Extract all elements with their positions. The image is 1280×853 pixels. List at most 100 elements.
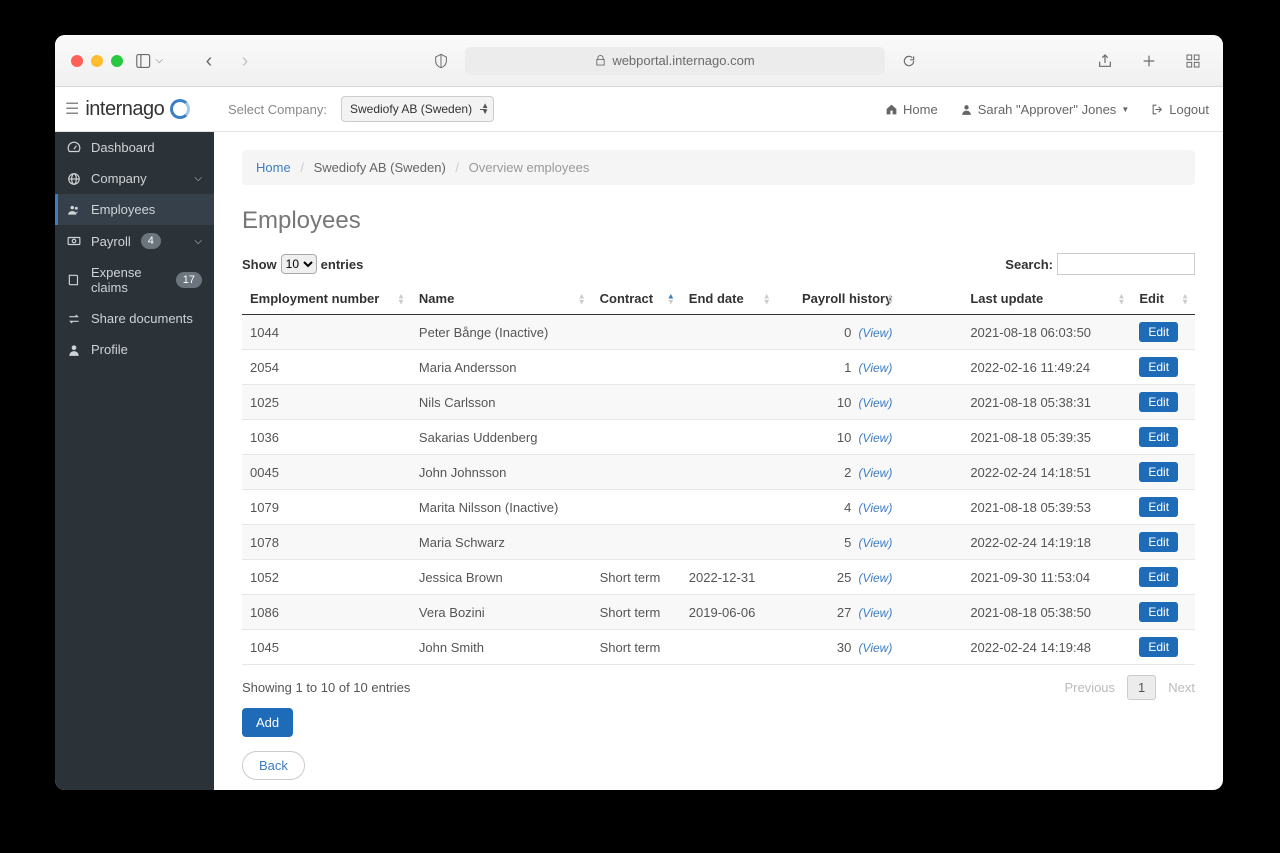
edit-button[interactable]: Edit (1139, 497, 1178, 517)
show-label-post: entries (321, 257, 364, 272)
cell-last-update: 2021-08-18 05:38:31 (900, 385, 1131, 420)
cell-payroll: 10 (View) (777, 385, 901, 420)
sidebar-item-dashboard[interactable]: Dashboard (55, 132, 214, 163)
view-link[interactable]: (View) (859, 326, 893, 340)
cell-last-update: 2021-08-18 05:38:50 (900, 595, 1131, 630)
show-label-pre: Show (242, 257, 277, 272)
cell-last-update: 2021-08-18 06:03:50 (900, 315, 1131, 350)
company-select[interactable]: Swediofy AB (Sweden) (341, 96, 494, 122)
edit-button[interactable]: Edit (1139, 462, 1178, 482)
add-button[interactable]: Add (242, 708, 293, 737)
breadcrumb-home[interactable]: Home (256, 160, 291, 175)
cell-name: Vera Bozini (411, 595, 592, 630)
minimize-window-button[interactable] (91, 55, 103, 67)
edit-button[interactable]: Edit (1139, 427, 1178, 447)
edit-button[interactable]: Edit (1139, 322, 1178, 342)
logo-text: internago (85, 98, 164, 121)
safari-toolbar: ⌵ ‹ › webportal.internago.com (55, 35, 1223, 87)
cell-end-date (681, 350, 777, 385)
sidebar-item-share-documents[interactable]: Share documents (55, 303, 214, 334)
cell-contract (592, 420, 681, 455)
th-edit[interactable]: Edit▲▼ (1131, 283, 1195, 315)
maximize-window-button[interactable] (111, 55, 123, 67)
sidebar-item-payroll[interactable]: Payroll4⌵ (55, 225, 214, 257)
back-button-page[interactable]: Back (242, 751, 305, 780)
page-1-button[interactable]: 1 (1127, 675, 1156, 700)
user-icon (960, 103, 973, 116)
logout-icon (1151, 103, 1164, 116)
sidebar-item-label: Company (91, 171, 147, 186)
th-emp-no[interactable]: Employment number▲▼ (242, 283, 411, 315)
edit-button[interactable]: Edit (1139, 392, 1178, 412)
sidebar-item-label: Expense claims (91, 265, 166, 295)
cell-payroll: 25 (View) (777, 560, 901, 595)
url-bar[interactable]: webportal.internago.com (465, 47, 885, 75)
th-last-update[interactable]: Last update▲▼ (900, 283, 1131, 315)
share-button[interactable] (1091, 49, 1119, 73)
view-link[interactable]: (View) (859, 466, 893, 480)
employees-table: Employment number▲▼ Name▲▼ Contract▲▼ En… (242, 283, 1195, 665)
sidebar-item-employees[interactable]: Employees (55, 194, 214, 225)
new-tab-button[interactable] (1135, 49, 1163, 73)
logout-link[interactable]: Logout (1151, 102, 1209, 117)
users-icon (67, 203, 81, 217)
edit-button[interactable]: Edit (1139, 602, 1178, 622)
cell-edit: Edit (1131, 525, 1195, 560)
view-link[interactable]: (View) (859, 641, 893, 655)
search-label: Search: (1005, 257, 1053, 272)
refresh-button[interactable] (895, 49, 923, 73)
th-name[interactable]: Name▲▼ (411, 283, 592, 315)
shield-icon[interactable] (427, 49, 455, 73)
sidebar-toggle-button[interactable]: ☰ (65, 99, 79, 119)
view-link[interactable]: (View) (859, 361, 893, 375)
th-end-date[interactable]: End date▲▼ (681, 283, 777, 315)
cell-end-date (681, 385, 777, 420)
window-controls (71, 55, 123, 67)
view-link[interactable]: (View) (859, 431, 893, 445)
home-link[interactable]: Home (885, 102, 938, 117)
sidebar-item-profile[interactable]: Profile (55, 334, 214, 365)
tachometer-icon (67, 141, 81, 155)
th-contract[interactable]: Contract▲▼ (592, 283, 681, 315)
cell-emp-no: 1052 (242, 560, 411, 595)
cell-edit: Edit (1131, 595, 1195, 630)
sidebar: DashboardCompany⌵EmployeesPayroll4⌵Expen… (55, 132, 214, 790)
safari-sidebar-button[interactable]: ⌵ (135, 49, 163, 73)
cell-edit: Edit (1131, 350, 1195, 385)
cell-payroll: 27 (View) (777, 595, 901, 630)
cell-emp-no: 1036 (242, 420, 411, 455)
cell-name: John Johnsson (411, 455, 592, 490)
view-link[interactable]: (View) (859, 606, 893, 620)
entries-select[interactable]: 10 (281, 254, 317, 274)
user-menu[interactable]: Sarah "Approver" Jones ▼ (960, 102, 1130, 117)
edit-button[interactable]: Edit (1139, 637, 1178, 657)
view-link[interactable]: (View) (859, 571, 893, 585)
close-window-button[interactable] (71, 55, 83, 67)
tabs-button[interactable] (1179, 49, 1207, 73)
money-icon (67, 234, 81, 248)
cell-end-date: 2019-06-06 (681, 595, 777, 630)
sidebar-item-company[interactable]: Company⌵ (55, 163, 214, 194)
next-page-button[interactable]: Next (1168, 680, 1195, 695)
cell-edit: Edit (1131, 385, 1195, 420)
edit-button[interactable]: Edit (1139, 357, 1178, 377)
view-link[interactable]: (View) (859, 536, 893, 550)
back-button[interactable]: ‹ (195, 49, 223, 73)
edit-button[interactable]: Edit (1139, 532, 1178, 552)
th-payroll[interactable]: Payroll history▲▼ (777, 283, 901, 315)
nav-badge: 4 (141, 233, 161, 249)
search-input[interactable] (1057, 253, 1195, 275)
breadcrumb: Home / Swediofy AB (Sweden) / Overview e… (242, 150, 1195, 185)
sidebar-item-expense-claims[interactable]: Expense claims17 (55, 257, 214, 303)
page-title: Employees (242, 207, 1195, 235)
cell-edit: Edit (1131, 560, 1195, 595)
cell-contract (592, 385, 681, 420)
prev-page-button[interactable]: Previous (1064, 680, 1115, 695)
sidebar-item-label: Dashboard (91, 140, 155, 155)
cell-contract (592, 455, 681, 490)
view-link[interactable]: (View) (859, 501, 893, 515)
table-row: 1025Nils Carlsson10 (View)2021-08-18 05:… (242, 385, 1195, 420)
forward-button[interactable]: › (231, 49, 259, 73)
view-link[interactable]: (View) (859, 396, 893, 410)
edit-button[interactable]: Edit (1139, 567, 1178, 587)
